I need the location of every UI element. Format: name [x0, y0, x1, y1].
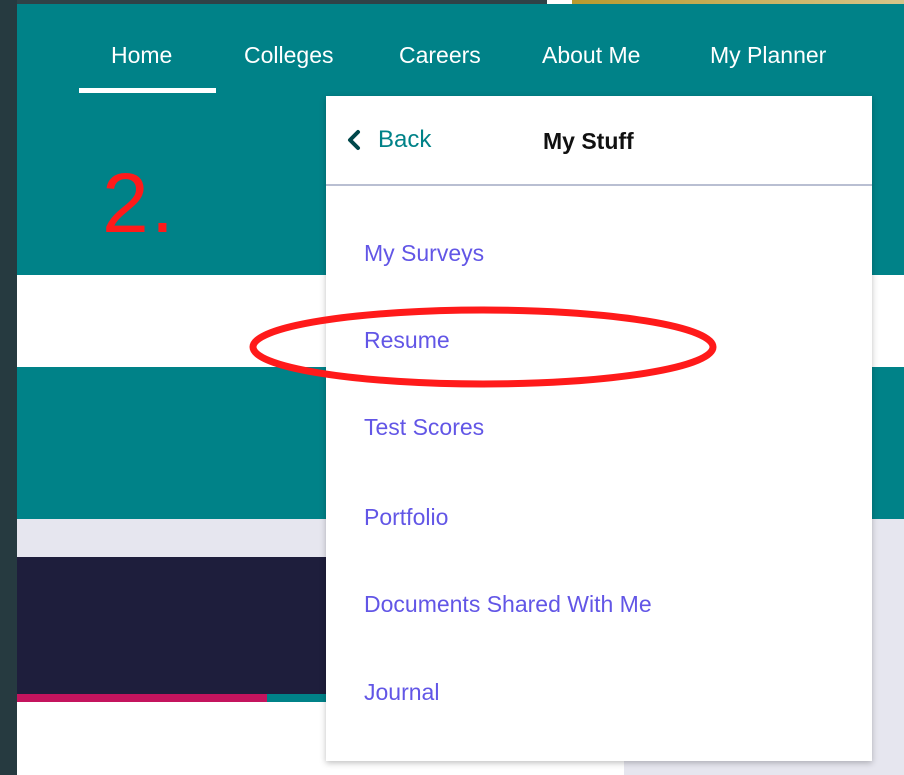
dropdown-header: Back My Stuff — [326, 96, 872, 186]
menu-item-test-scores[interactable]: Test Scores — [364, 414, 484, 441]
dropdown-title: My Stuff — [543, 128, 634, 154]
accent-bar-pink — [17, 694, 267, 702]
app-frame: Home Colleges Careers About Me My Planne… — [17, 0, 904, 775]
menu-item-documents-shared[interactable]: Documents Shared With Me — [364, 591, 652, 618]
dark-card — [17, 557, 347, 694]
back-label: Back — [378, 126, 432, 153]
menu-item-resume[interactable]: Resume — [364, 327, 450, 354]
nav-my-planner[interactable]: My Planner — [710, 42, 826, 69]
my-stuff-dropdown: Back My Stuff My Surveys Resume Test Sco… — [326, 96, 872, 761]
step-annotation: 2. — [102, 156, 177, 250]
menu-item-portfolio[interactable]: Portfolio — [364, 504, 448, 531]
menu-item-my-surveys[interactable]: My Surveys — [364, 240, 484, 267]
nav-home[interactable]: Home — [111, 42, 172, 69]
chevron-left-icon — [348, 130, 360, 150]
nav-active-indicator — [79, 88, 216, 93]
back-button[interactable]: Back — [346, 126, 431, 154]
menu-item-journal[interactable]: Journal — [364, 679, 439, 706]
nav-careers[interactable]: Careers — [399, 42, 481, 69]
nav-about-me[interactable]: About Me — [542, 42, 640, 69]
nav-colleges[interactable]: Colleges — [244, 42, 334, 69]
